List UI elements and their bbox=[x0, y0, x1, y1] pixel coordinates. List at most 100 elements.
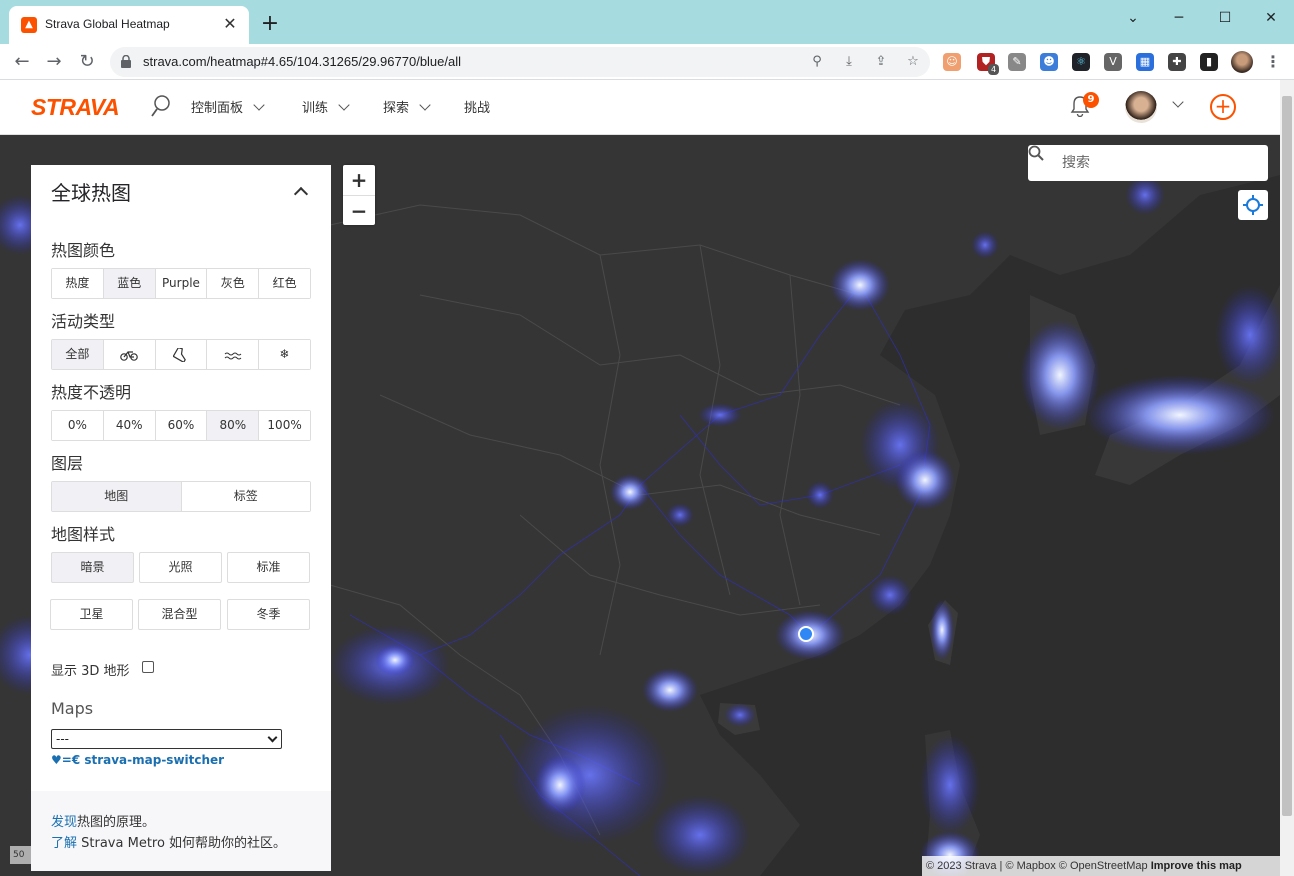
menu-dashboard[interactable]: 控制面板 bbox=[191, 97, 265, 116]
menu-explore[interactable]: 探索 bbox=[383, 97, 431, 116]
window-close-button[interactable]: ✕ bbox=[1248, 6, 1294, 30]
style-winter-button[interactable]: 冬季 bbox=[227, 599, 310, 630]
map-search-box bbox=[1028, 145, 1268, 181]
layers-label: 图层 bbox=[51, 454, 84, 473]
browser-menu-icon[interactable]: ⋮ bbox=[1264, 52, 1282, 72]
terrain-3d-checkbox[interactable] bbox=[142, 661, 154, 673]
layer-labels-button[interactable]: 标签 bbox=[181, 482, 310, 511]
extension-react-icon[interactable]: ⚛ bbox=[1072, 53, 1090, 71]
menu-training[interactable]: 训练 bbox=[302, 97, 350, 116]
activity-all-button[interactable]: 全部 bbox=[52, 340, 104, 369]
browser-tabbar: ▲ Strava Global Heatmap ✕ + ⌄ ─ ☐ ✕ bbox=[0, 0, 1294, 44]
color-option-blue[interactable]: 蓝色 bbox=[103, 269, 156, 298]
snowflake-icon: ❄ bbox=[279, 347, 290, 361]
extension-face-icon[interactable]: ☺ bbox=[943, 53, 961, 71]
activity-run-button[interactable] bbox=[155, 340, 208, 369]
panel-footer: 发现热图的原理。 了解 Strava Metro 如何帮助你的社区。 bbox=[31, 791, 331, 871]
forward-button[interactable]: → bbox=[41, 49, 67, 75]
back-button[interactable]: ← bbox=[9, 49, 35, 75]
notification-count-badge: 9 bbox=[1083, 92, 1099, 108]
chevron-down-icon bbox=[267, 732, 278, 743]
map-style-label: 地图样式 bbox=[51, 525, 116, 544]
activity-winter-button[interactable]: ❄ bbox=[259, 340, 310, 369]
opacity-60-button[interactable]: 60% bbox=[155, 411, 208, 440]
heatmap-color-selector: 热度 蓝色 Purple 灰色 红色 bbox=[51, 268, 311, 299]
maps-select[interactable]: --- bbox=[51, 729, 282, 749]
improve-map-link[interactable]: Improve this map bbox=[1151, 860, 1242, 872]
panel-title: 全球热图 bbox=[51, 181, 131, 205]
site-search-icon[interactable] bbox=[150, 94, 172, 118]
strava-logo[interactable]: STRAVA bbox=[31, 94, 120, 121]
extension-vue-icon[interactable]: V bbox=[1104, 53, 1122, 71]
browser-toolbar: ← → ↻ strava.com/heatmap#4.65/104.31265/… bbox=[0, 44, 1294, 80]
crosshair-icon bbox=[1243, 195, 1263, 215]
address-bar[interactable]: strava.com/heatmap#4.65/104.31265/29.967… bbox=[110, 47, 930, 77]
chevron-down-icon bbox=[253, 98, 265, 111]
color-option-gray[interactable]: 灰色 bbox=[207, 269, 260, 298]
style-satellite-button[interactable]: 卫星 bbox=[50, 599, 133, 630]
reload-button[interactable]: ↻ bbox=[74, 49, 100, 75]
extension-badge: 4 bbox=[988, 64, 999, 75]
menu-challenges[interactable]: 挑战 bbox=[464, 97, 490, 116]
window-maximize-button[interactable]: ☐ bbox=[1202, 6, 1248, 30]
sidepanel-icon[interactable]: ▮ bbox=[1200, 53, 1218, 71]
heatmap-color-label: 热图颜色 bbox=[51, 241, 116, 260]
window-minimize-button[interactable]: ─ bbox=[1156, 6, 1202, 30]
tab-search-chevron-icon[interactable]: ⌄ bbox=[1110, 6, 1156, 30]
locate-me-button[interactable] bbox=[1238, 190, 1268, 220]
collapse-chevron-up-icon[interactable] bbox=[293, 186, 309, 202]
zoom-in-button[interactable]: + bbox=[343, 165, 375, 195]
style-dark-button[interactable]: 暗景 bbox=[51, 552, 134, 583]
map-search-input[interactable] bbox=[1062, 151, 1262, 175]
attribution-text[interactable]: © 2023 Strava | © Mapbox © OpenStreetMap bbox=[926, 860, 1151, 872]
color-option-purple[interactable]: Purple bbox=[155, 269, 208, 298]
opacity-40-button[interactable]: 40% bbox=[103, 411, 156, 440]
user-avatar[interactable] bbox=[1125, 91, 1157, 123]
browser-tab[interactable]: ▲ Strava Global Heatmap ✕ bbox=[9, 6, 249, 44]
extension-feather-icon[interactable]: ✎ bbox=[1008, 53, 1026, 71]
activity-ride-button[interactable] bbox=[103, 340, 156, 369]
strava-favicon-icon: ▲ bbox=[21, 17, 37, 33]
style-light-button[interactable]: 光照 bbox=[139, 552, 222, 583]
zoom-out-button[interactable]: − bbox=[343, 195, 375, 225]
layer-map-button[interactable]: 地图 bbox=[52, 482, 182, 511]
opacity-label: 热度不透明 bbox=[51, 383, 132, 402]
style-hybrid-button[interactable]: 混合型 bbox=[138, 599, 221, 630]
run-shoe-icon bbox=[172, 346, 186, 364]
new-tab-button[interactable]: + bbox=[258, 12, 282, 36]
map-attribution: © 2023 Strava | © Mapbox © OpenStreetMap… bbox=[922, 856, 1280, 876]
location-pin-icon[interactable]: ⚲ bbox=[808, 53, 826, 71]
bookmark-star-icon[interactable]: ☆ bbox=[904, 53, 922, 71]
water-icon bbox=[224, 352, 242, 360]
opacity-100-button[interactable]: 100% bbox=[259, 411, 310, 440]
page-scrollbar[interactable] bbox=[1280, 80, 1294, 876]
layers-selector: 地图 标签 bbox=[51, 481, 311, 512]
extensions-puzzle-icon[interactable]: ✚ bbox=[1168, 53, 1186, 71]
share-icon[interactable]: ⇪ bbox=[872, 53, 890, 71]
activity-water-button[interactable] bbox=[207, 340, 260, 369]
browser-profile-avatar[interactable] bbox=[1231, 51, 1253, 73]
extension-translate-icon[interactable]: ▦ bbox=[1136, 53, 1154, 71]
current-location-dot bbox=[798, 626, 814, 642]
ride-icon bbox=[120, 351, 138, 361]
tab-close-icon[interactable]: ✕ bbox=[221, 15, 239, 33]
color-option-hot[interactable]: 热度 bbox=[52, 269, 104, 298]
scrollbar-thumb[interactable] bbox=[1282, 96, 1292, 816]
opacity-80-button[interactable]: 80% bbox=[207, 411, 260, 440]
map-scale: 50 bbox=[10, 846, 32, 864]
activity-type-selector: 全部 ❄ bbox=[51, 339, 311, 370]
map-switcher-link[interactable]: ♥=€ strava-map-switcher bbox=[51, 753, 224, 767]
strava-header: STRAVA 控制面板 训练 探索 挑战 9 + bbox=[0, 80, 1280, 135]
avatar-chevron-down-icon[interactable] bbox=[1172, 96, 1184, 108]
upload-plus-button[interactable]: + bbox=[1210, 94, 1236, 120]
extension-robot-icon[interactable]: ☻ bbox=[1040, 53, 1058, 71]
chevron-down-icon bbox=[419, 98, 431, 111]
discover-link[interactable]: 发现 bbox=[51, 815, 77, 830]
tab-title: Strava Global Heatmap bbox=[45, 17, 170, 31]
color-option-red[interactable]: 红色 bbox=[259, 269, 310, 298]
opacity-0-button[interactable]: 0% bbox=[52, 411, 104, 440]
install-icon[interactable]: ⤓ bbox=[840, 53, 858, 71]
url-text: strava.com/heatmap#4.65/104.31265/29.967… bbox=[143, 54, 462, 69]
learn-link[interactable]: 了解 bbox=[51, 836, 77, 851]
style-standard-button[interactable]: 标准 bbox=[227, 552, 310, 583]
